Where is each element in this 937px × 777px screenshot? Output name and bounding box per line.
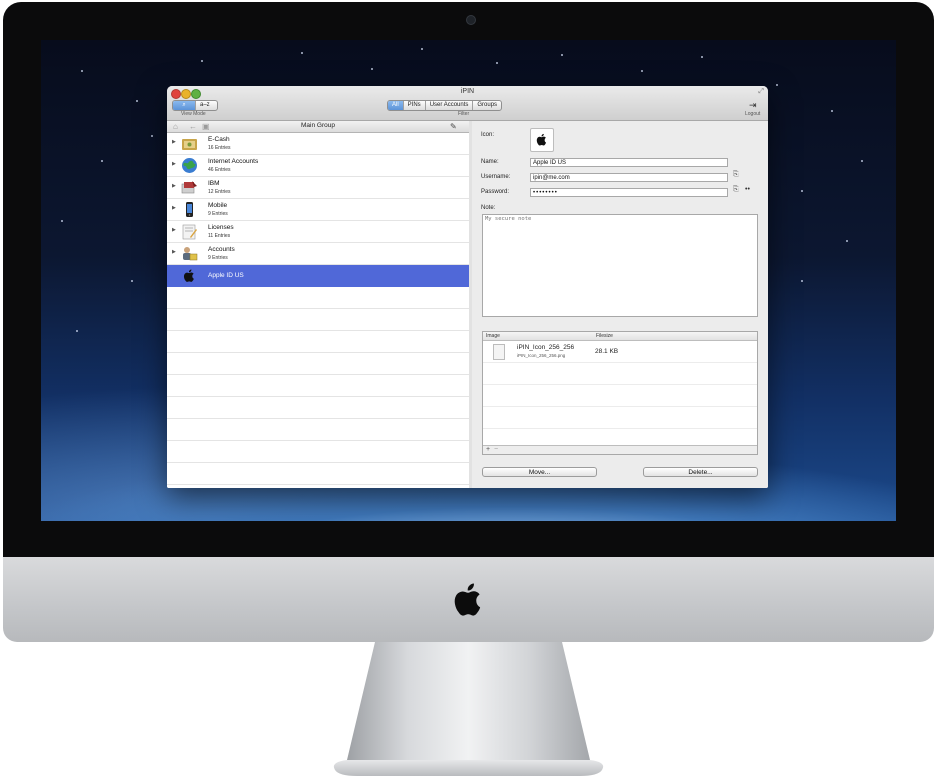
delete-button[interactable]: Delete...	[643, 467, 758, 477]
move-button[interactable]: Move...	[482, 467, 597, 477]
view-mode-control[interactable]: ⌕ a–z	[172, 100, 218, 111]
disclosure-triangle-icon[interactable]: ▶	[172, 161, 176, 167]
window-title: iPIN	[460, 88, 475, 95]
list-item[interactable]: ▶ Internet Accounts 46 Entries	[167, 155, 469, 177]
filter-label: Filter	[458, 111, 470, 117]
logout-label[interactable]: Logout	[745, 111, 760, 117]
list-item-empty	[167, 287, 469, 309]
apple-icon	[536, 133, 547, 146]
list-item-empty	[167, 331, 469, 353]
disclosure-triangle-icon[interactable]: ▶	[172, 183, 176, 189]
list-item-empty	[167, 353, 469, 375]
filter-all[interactable]: All	[388, 101, 404, 110]
remove-attachment-button[interactable]: −	[494, 446, 498, 454]
password-label: Password:	[481, 189, 510, 195]
list-item-empty	[167, 441, 469, 463]
filter-groups[interactable]: Groups	[473, 101, 501, 110]
search-icon[interactable]: ⌕	[173, 101, 196, 110]
username-field[interactable]: ipin@me.com	[530, 173, 728, 182]
logout-icon[interactable]: ⇥	[749, 100, 757, 111]
username-label: Username:	[481, 174, 511, 180]
filter-pins[interactable]: PINs	[404, 101, 426, 110]
view-mode-label: View Mode	[181, 111, 206, 117]
ecash-icon	[182, 139, 197, 150]
note-label: Note:	[481, 205, 496, 211]
copy-icon[interactable]: ⎘	[733, 186, 739, 194]
title-bar: iPIN ⤢ ⌕ a–z View Mode All PINs User Acc…	[167, 86, 768, 121]
phone-icon	[186, 202, 193, 217]
disclosure-triangle-icon[interactable]: ▶	[172, 227, 176, 233]
attachments-table: Image Filesize iPIN_Icon_256_256 iPIN_Ic…	[482, 331, 758, 455]
imac-stand	[333, 642, 604, 776]
desktop-wallpaper: iPIN ⤢ ⌕ a–z View Mode All PINs User Acc…	[41, 40, 896, 521]
note-textarea[interactable]: My secure note	[482, 214, 758, 317]
table-row-empty	[483, 407, 757, 429]
apple-icon	[183, 269, 194, 282]
list-item-selected[interactable]: Apple ID US	[167, 265, 469, 287]
list-item-empty	[167, 309, 469, 331]
globe-icon	[182, 158, 197, 173]
edit-pencil-icon[interactable]: ✎	[450, 121, 457, 132]
detail-pane: Icon: Name: Apple ID US Username: ipin@m…	[472, 121, 768, 488]
add-attachment-button[interactable]: +	[486, 446, 490, 454]
list-item-empty	[167, 397, 469, 419]
table-row[interactable]: iPIN_Icon_256_256 iPIN_Icon_256_256.png …	[483, 341, 757, 363]
column-header-image[interactable]: Image	[486, 333, 500, 339]
attachments-header: Image Filesize	[483, 332, 757, 341]
table-row-empty	[483, 385, 757, 407]
reveal-password-icon[interactable]: ••	[745, 186, 750, 193]
list-item[interactable]: ▶ Accounts 9 Entries	[167, 243, 469, 265]
list-item[interactable]: ▶ IBM 12 Entries	[167, 177, 469, 199]
icon-label: Icon:	[481, 132, 495, 138]
entry-icon-well[interactable]	[530, 128, 554, 152]
list-item[interactable]: ▶ Licenses 11 Entries	[167, 221, 469, 243]
name-label: Name:	[481, 159, 499, 165]
ibm-icon	[181, 181, 197, 194]
accounts-icon	[183, 247, 198, 261]
license-icon	[182, 224, 197, 240]
list-item-empty	[167, 463, 469, 485]
column-header-filesize[interactable]: Filesize	[596, 333, 613, 339]
group-list-pane: ⌂ ← ▣ Main Group ✎ ▶ E-Cash 16 Entries ▶	[167, 121, 470, 488]
imac-device: iPIN ⤢ ⌕ a–z View Mode All PINs User Acc…	[0, 0, 937, 777]
disclosure-triangle-icon[interactable]: ▶	[172, 205, 176, 211]
password-field[interactable]: ••••••••	[530, 188, 728, 197]
fullscreen-icon[interactable]: ⤢	[758, 88, 764, 96]
view-mode-az[interactable]: a–z	[196, 101, 214, 110]
disclosure-triangle-icon[interactable]: ▶	[172, 249, 176, 255]
table-row-empty	[483, 363, 757, 385]
group-header: ⌂ ← ▣ Main Group ✎	[167, 121, 469, 133]
disclosure-triangle-icon[interactable]: ▶	[172, 139, 176, 145]
list-item-empty	[167, 419, 469, 441]
ipin-window: iPIN ⤢ ⌕ a–z View Mode All PINs User Acc…	[167, 86, 768, 488]
name-field[interactable]: Apple ID US	[530, 158, 728, 167]
apple-logo-icon	[454, 583, 481, 616]
attachments-toolbar: + −	[483, 445, 757, 454]
list-item[interactable]: ▶ Mobile 9 Entries	[167, 199, 469, 221]
camera-icon	[466, 15, 476, 25]
group-list: ▶ E-Cash 16 Entries ▶ Internet Accounts …	[167, 133, 469, 485]
group-title: Main Group	[301, 122, 335, 129]
filter-user-accounts[interactable]: User Accounts	[426, 101, 474, 110]
png-file-icon	[493, 344, 505, 360]
list-item-empty	[167, 375, 469, 397]
copy-icon[interactable]: ⎘	[733, 171, 739, 179]
list-item[interactable]: ▶ E-Cash 16 Entries	[167, 133, 469, 155]
filter-control[interactable]: All PINs User Accounts Groups	[387, 100, 503, 111]
